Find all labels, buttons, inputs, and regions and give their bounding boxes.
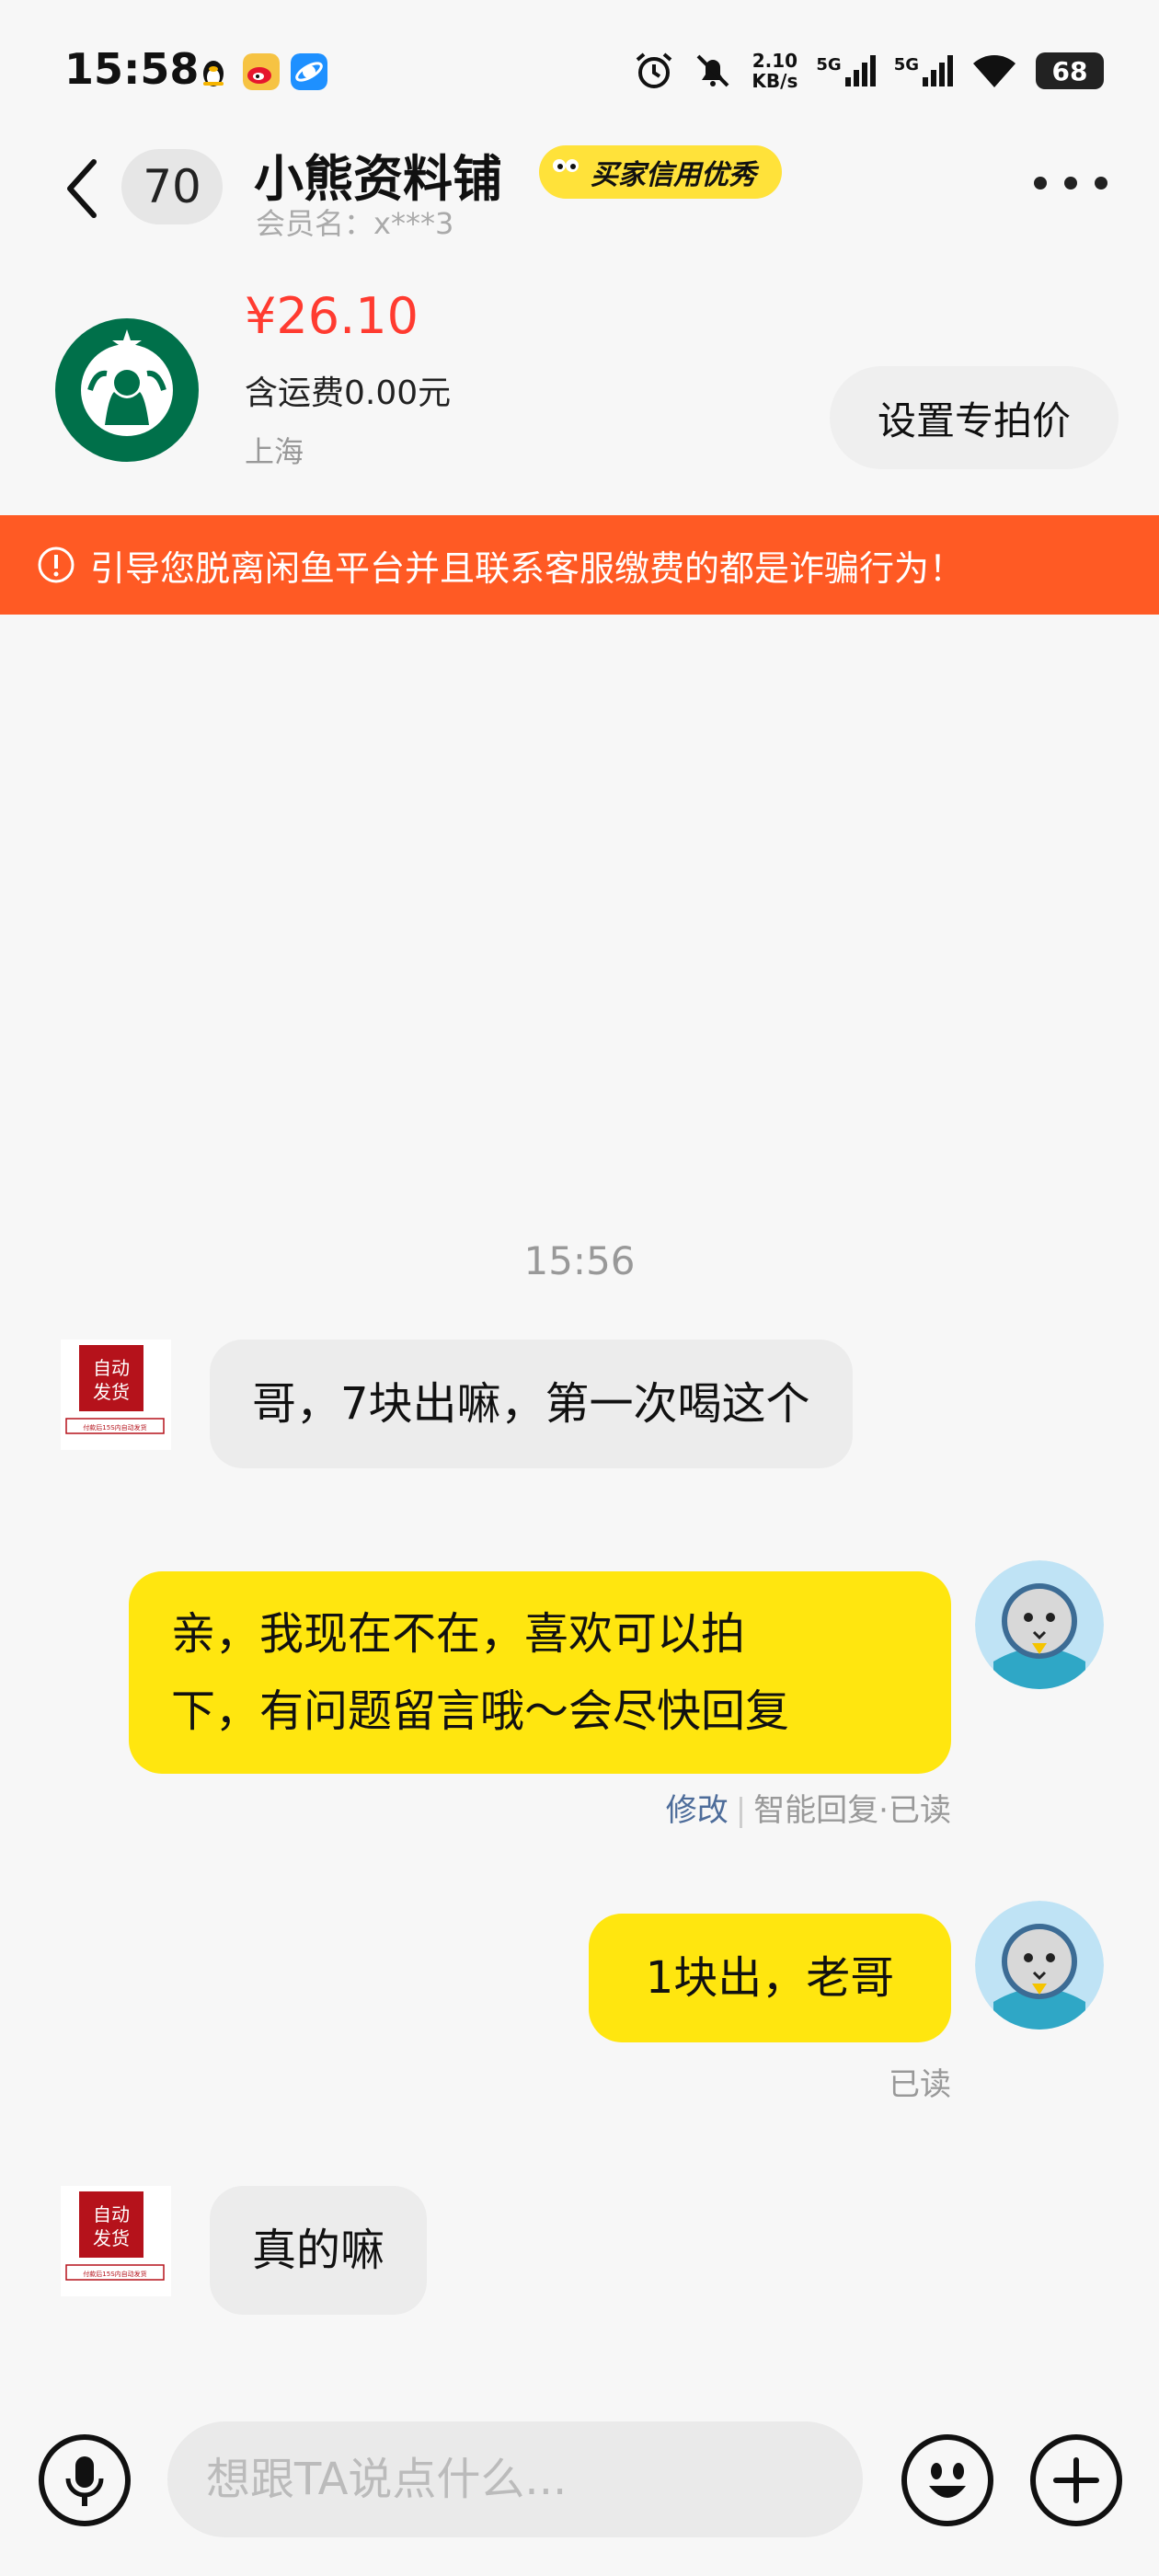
set-special-price-button[interactable]: 设置专拍价	[830, 366, 1119, 469]
message-line: 下，有问题留言哦～会尽快回复	[171, 1685, 790, 1737]
signal-1: 5G	[816, 55, 876, 86]
emoji-icon[interactable]	[901, 2434, 993, 2526]
signal-2: 5G	[894, 55, 953, 86]
unread-count-badge[interactable]: 70	[121, 149, 223, 224]
browser-icon	[291, 53, 327, 90]
read-status: 已读	[889, 2066, 951, 2103]
wifi-icon	[973, 55, 1016, 87]
avatar-text-1: 自动	[93, 2203, 130, 2225]
my-avatar[interactable]	[975, 1901, 1104, 2030]
plus-icon[interactable]	[1030, 2434, 1122, 2526]
mute-icon	[697, 54, 729, 87]
shipping-fee: 含运费0.00元	[245, 374, 452, 412]
message-input[interactable]	[167, 2421, 863, 2537]
speed-unit: KB/s	[752, 70, 798, 92]
battery-indicator: 68	[1036, 52, 1104, 89]
chat-header: 70 小熊资料铺 买家信用优秀 会员名：x***3	[0, 138, 1159, 241]
status-time: 15:58	[64, 44, 200, 94]
warning-text: 引导您脱离闲鱼平台并且联系客服缴费的都是诈骗行为！	[90, 547, 965, 589]
message-line: 亲，我现在不在，喜欢可以拍	[171, 1608, 746, 1660]
fraud-warning-banner: 引导您脱离闲鱼平台并且联系客服缴费的都是诈骗行为！	[0, 515, 1159, 615]
microphone-icon[interactable]	[39, 2434, 131, 2526]
product-location: 上海	[245, 434, 304, 469]
message-timestamp: 15:56	[523, 1238, 636, 1283]
seller-avatar[interactable]: 自动 发货 付款后15S内自动发货	[61, 1340, 171, 1450]
network-speed: 2.10 KB/s	[752, 51, 798, 91]
avatar-text-2: 发货	[93, 1381, 130, 1403]
message-meta: 修改 | 智能回复·已读	[665, 1792, 951, 1829]
status-bar: 15:58 2.10 KB/s 5G 5G 68	[0, 0, 1159, 138]
credit-badge-label: 买家信用优秀	[591, 159, 756, 191]
avatar-text-1: 自动	[93, 1357, 130, 1379]
message-bubble-outgoing[interactable]: 亲，我现在不在，喜欢可以拍 下，有问题留言哦～会尽快回复	[129, 1571, 951, 1774]
my-avatar[interactable]	[975, 1560, 1104, 1689]
more-icon[interactable]	[1034, 177, 1107, 195]
net-label-2: 5G	[893, 55, 919, 75]
seller-avatar[interactable]: 自动 发货 付款后15S内自动发货	[61, 2186, 171, 2296]
member-name: 会员名：x***3	[256, 206, 454, 241]
product-price: ¥26.10	[245, 287, 419, 345]
message-bubble-incoming[interactable]: 哥，7块出嘛，第一次喝这个	[210, 1340, 853, 1468]
net-label-1: 5G	[816, 55, 842, 75]
read-status: 智能回复·已读	[753, 1792, 951, 1829]
edit-link[interactable]: 修改	[666, 1792, 729, 1829]
product-card[interactable]: ¥26.10 含运费0.00元 上海 设置专拍价	[0, 276, 1159, 515]
credit-badge[interactable]: 买家信用优秀	[539, 145, 782, 199]
avatar-text-2: 发货	[93, 2227, 130, 2249]
back-arrow-icon[interactable]	[55, 156, 110, 221]
avatar-caption: 付款后15S内自动发货	[83, 2270, 146, 2278]
input-bar	[0, 2392, 1159, 2576]
weibo-icon	[243, 53, 280, 90]
avatar-caption: 付款后15S内自动发货	[83, 1423, 146, 1432]
message-bubble-outgoing[interactable]: 1块出，老哥	[589, 1914, 951, 2042]
fish-mascot-icon	[547, 152, 584, 189]
status-right: 2.10 KB/s 5G 5G 68	[634, 44, 1104, 98]
starbucks-logo	[55, 318, 199, 462]
warning-icon	[38, 546, 75, 583]
alarm-icon	[637, 52, 672, 88]
message-bubble-incoming[interactable]: 真的嘛	[210, 2186, 428, 2315]
speed-value: 2.10	[752, 50, 798, 72]
penguin-icon	[203, 61, 224, 86]
